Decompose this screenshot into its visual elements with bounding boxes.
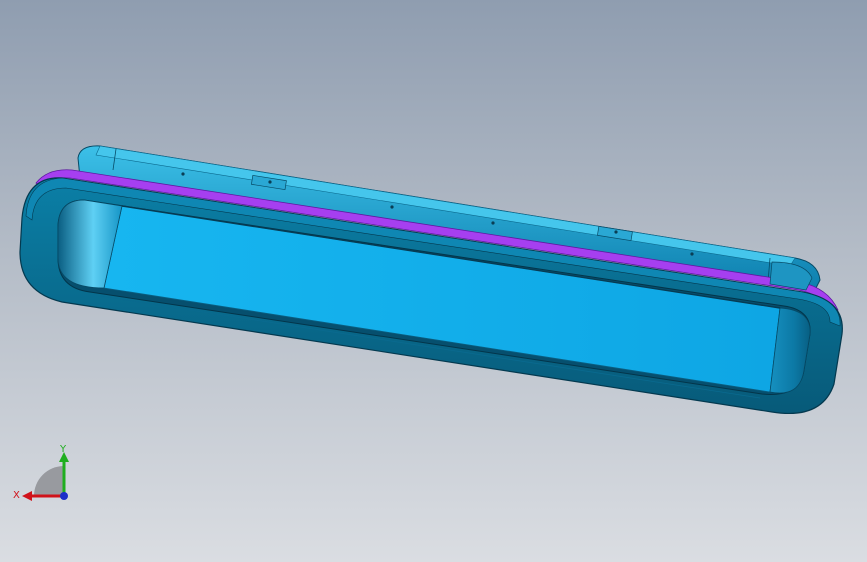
z-axis-dot	[60, 492, 68, 500]
enclosure-model[interactable]	[0, 0, 867, 562]
y-axis-label: Y	[59, 444, 67, 455]
x-axis-arrow	[22, 491, 32, 501]
cad-graphics-viewport[interactable]: Y X	[0, 0, 867, 562]
coordinate-triad: Y X	[13, 444, 69, 501]
x-axis-label: X	[13, 490, 20, 501]
triad-quadrant	[34, 466, 64, 496]
